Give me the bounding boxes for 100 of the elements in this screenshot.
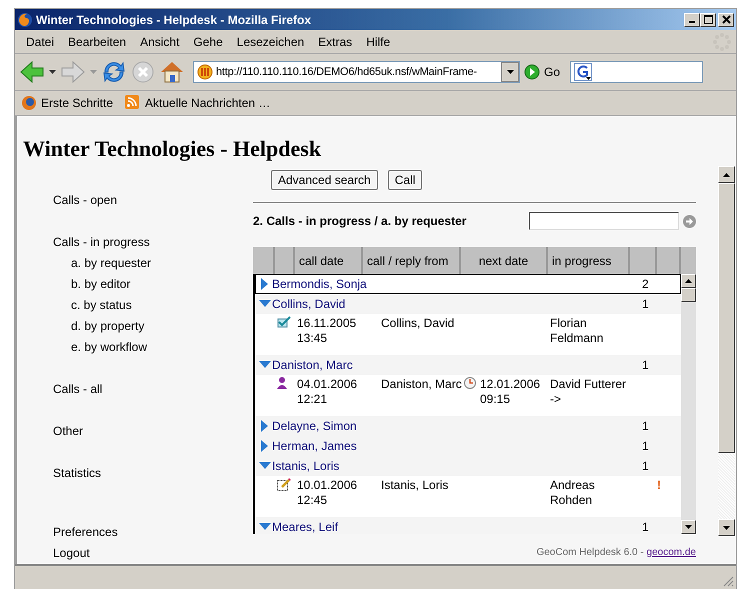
expanded-triangle-icon[interactable] [259,300,271,308]
assignee-name: Andreas Rohden [550,478,596,509]
window-title: Winter Technologies - Helpdesk - Mozilla Firefox [36,12,312,26]
nav-link[interactable]: Preferences [53,522,253,543]
requester-name: Delayne, Simon [272,419,358,433]
address-field[interactable]: http://110.110.110.16/DEMO6/hd65uk.nsf/wMainFrame- [193,61,520,83]
call-date: 04.01.2006 12:21 [297,377,358,408]
group-row[interactable]: Istanis, Loris 1 [255,456,681,476]
requester-name: Herman, James [272,439,358,453]
go-arrow-icon[interactable] [683,214,696,228]
home-icon[interactable] [159,59,185,85]
person-icon [277,377,287,389]
call-count: 1 [642,520,650,534]
clock-icon [464,377,476,389]
nav-link[interactable]: d. by property [53,316,253,337]
next-date: 12.01.2006 09:15 [480,377,542,407]
call-count: 1 [642,419,650,433]
maximize-button[interactable] [700,12,716,26]
call-count: 1 [642,439,650,453]
caller-name: Collins, David [381,316,456,332]
collapsed-triangle-icon[interactable] [261,278,269,290]
nav-link[interactable]: Calls - in progress [53,232,253,253]
dropdown-button[interactable] [501,62,519,82]
view-title: 2. Calls - in progress / a. by requester [253,214,468,228]
group-row[interactable]: Bermondis, Sonja 2 [255,274,681,294]
browser-logo-icon [21,95,37,111]
caret-icon [506,70,514,74]
nav-link[interactable]: Logout [53,543,253,564]
group-row[interactable]: Daniston, Marc 1 [255,355,681,375]
call-count: 1 [642,358,650,372]
collapsed-triangle-icon[interactable] [261,420,269,432]
scroll-down-icon[interactable] [723,526,730,530]
activity-indicator-icon [712,32,732,52]
nav-link[interactable]: Statistics [53,463,253,484]
nav-link[interactable]: c. by status [53,295,253,316]
page-scrollbar[interactable] [718,166,735,536]
menu-item[interactable]: Ansicht [133,34,186,48]
expanded-triangle-icon[interactable] [259,361,271,369]
search-field[interactable] [570,61,704,83]
close-icon [722,15,730,24]
table-scrollbar[interactable] [681,274,696,534]
menu-item[interactable]: Gehe [186,34,230,48]
menu-item[interactable]: Hilfe [359,34,398,48]
bookmark-link[interactable]: Erste Schritte [41,96,114,110]
requester-name: Istanis, Loris [272,459,340,473]
requester-name: Daniston, Marc [272,358,354,372]
menu-item[interactable]: Bearbeiten [61,34,134,48]
stop-icon[interactable] [131,60,155,84]
nav-link[interactable]: e. by workflow [53,337,253,358]
menu-item[interactable]: Lesezeichen [230,34,312,48]
page-button[interactable]: Advanced search [271,170,378,190]
note-pencil-icon [277,478,291,491]
menu-item[interactable]: Extras [311,34,360,48]
assignee-name: Florian Feldmann [550,316,604,347]
call-count: 1 [642,459,650,473]
requester-name: Meares, Leif [272,520,340,534]
requester-name: Bermondis, Sonja [272,277,368,291]
back-arrow-icon[interactable] [19,60,45,84]
go-button[interactable]: Go [544,65,560,79]
scroll-up-icon[interactable] [685,279,692,283]
nav-link[interactable]: Calls - open [53,190,253,211]
collapsed-triangle-icon[interactable] [261,440,269,452]
nav-link[interactable]: Calls - all [53,379,253,400]
checkmark-icon [277,316,291,328]
footer-link[interactable]: geocom.de [646,547,696,558]
scroll-down-icon[interactable] [685,525,692,529]
group-row[interactable]: Delayne, Simon 1 [255,416,681,436]
expanded-triangle-icon[interactable] [259,462,271,470]
nav-link[interactable]: a. by requester [53,253,253,274]
priority-mark: ! [657,478,661,492]
reload-icon[interactable] [101,59,127,85]
caret-icon[interactable] [49,70,56,74]
nav-link[interactable]: Other [53,421,253,442]
minimize-button[interactable] [684,12,700,26]
call-count: 1 [642,297,650,311]
site-icon [197,64,213,80]
close-button[interactable] [718,12,734,26]
call-date: 16.11.2005 13:45 [297,316,358,347]
page-title: Winter Technologies - Helpdesk [22,135,322,163]
scroll-thumb[interactable] [718,183,735,453]
group-row[interactable]: Herman, James 1 [255,436,681,456]
expanded-triangle-icon[interactable] [259,523,271,531]
bookmark-link[interactable]: Aktuelle Nachrichten … [145,96,270,110]
group-row[interactable]: Collins, David 1 [255,294,681,314]
scroll-up-icon[interactable] [723,172,730,176]
search-engine-icon [574,63,592,81]
group-row[interactable]: Meares, Leif 1 [255,517,681,534]
page-button[interactable]: Call [388,170,422,190]
maximize-icon [704,15,712,24]
menu-item[interactable]: Datei [19,34,62,48]
scroll-thumb[interactable] [681,288,696,302]
caller-name: Daniston, Marc [381,377,463,393]
nav-link[interactable]: b. by editor [53,274,253,295]
rss-feed-icon [125,95,142,111]
requester-name: Collins, David [272,297,346,311]
call-date: 10.01.2006 12:45 [297,478,358,509]
quick-search-field[interactable] [529,212,679,230]
resize-grip-icon[interactable] [722,575,734,587]
go-icon[interactable] [524,64,540,80]
browser-logo-icon [17,12,33,28]
